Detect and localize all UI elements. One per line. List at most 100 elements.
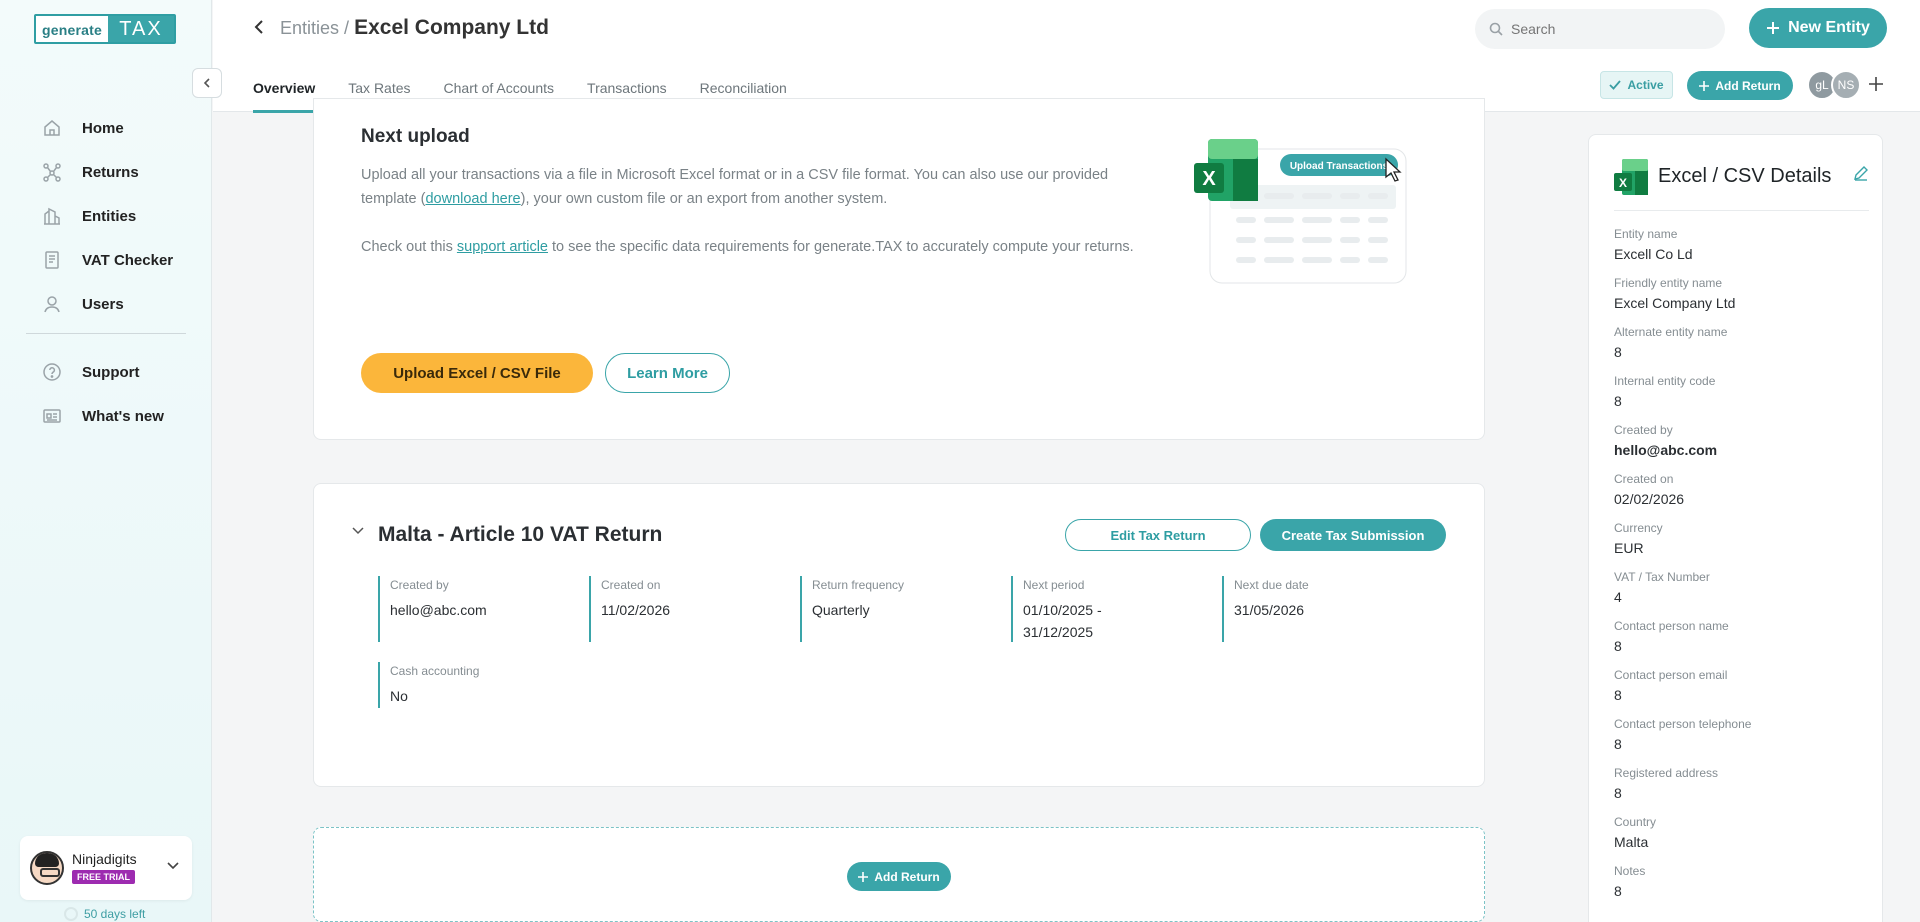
field-return-frequency: Return frequency Quarterly [800, 576, 1011, 642]
logo-text-right: TAX [107, 16, 174, 42]
excel-csv-details-panel: X Excel / CSV Details Entity name Excell … [1588, 134, 1883, 922]
detail-label: Notes [1614, 864, 1646, 878]
download-template-link[interactable]: download here [425, 191, 520, 207]
chevron-down-icon[interactable] [166, 858, 180, 876]
field-value: 01/10/2025 - 31/12/2025 [1023, 602, 1102, 640]
search-icon [1489, 22, 1503, 36]
create-tax-submission-button[interactable]: Create Tax Submission [1260, 519, 1446, 551]
chevron-down-icon[interactable] [352, 524, 364, 538]
sidebar-item-label: Returns [82, 163, 139, 181]
upload-text: Check out this [361, 239, 457, 255]
sidebar-item-label: Users [82, 295, 124, 313]
page-header: Entities / Excel Company Ltd New Entity … [213, 0, 1920, 113]
detail-label: Registered address [1614, 766, 1719, 780]
detail-label: Alternate entity name [1614, 325, 1728, 339]
field-label: Return frequency [812, 578, 905, 592]
details-title: Excel / CSV Details [1658, 165, 1832, 187]
field-label: Cash accounting [390, 664, 480, 678]
sidebar-item-vat-checker[interactable]: VAT Checker [40, 238, 173, 282]
detail-value: 8 [1614, 393, 1622, 409]
sidebar-item-label: Home [82, 119, 124, 137]
chevron-left-icon [254, 20, 263, 34]
sidebar-item-support[interactable]: Support [40, 350, 164, 394]
whats-new-icon [40, 404, 64, 428]
detail-row: Registered address 8 [1614, 766, 1751, 815]
detail-row: Entity name Excell Co Ld [1614, 227, 1751, 276]
detail-row: Internal entity code 8 [1614, 374, 1751, 423]
user-meta: Ninjadigits FREE TRIAL [72, 851, 137, 885]
learn-more-button[interactable]: Learn More [605, 353, 730, 393]
field-value: 11/02/2026 [601, 602, 671, 618]
status-label: Active [1627, 78, 1664, 92]
detail-value: 8 [1614, 344, 1622, 360]
sidebar-item-label: VAT Checker [82, 251, 174, 269]
detail-value: EUR [1614, 540, 1644, 556]
detail-label: Country [1614, 815, 1657, 829]
collaborator-avatars: gL NS [1807, 70, 1883, 100]
breadcrumb-entities-link[interactable]: Entities [280, 18, 339, 38]
field-next-due-date: Next due date 31/05/2026 [1222, 576, 1433, 642]
detail-value: 8 [1614, 883, 1622, 899]
edit-tax-return-button[interactable]: Edit Tax Return [1065, 519, 1251, 551]
field-value: hello@abc.com [390, 602, 487, 618]
search-input[interactable] [1511, 21, 1711, 37]
detail-label: VAT / Tax Number [1614, 570, 1710, 584]
upload-excel-csv-button[interactable]: Upload Excel / CSV File [361, 353, 593, 393]
field-next-period: Next period 01/10/2025 - 31/12/2025 [1011, 576, 1222, 642]
users-icon [40, 292, 64, 316]
sidebar-item-home[interactable]: Home [40, 106, 173, 150]
support-article-link[interactable]: support article [457, 239, 548, 255]
add-return-button[interactable]: Add Return [847, 862, 951, 891]
detail-value: 8 [1614, 736, 1622, 752]
avatar[interactable]: NS [1831, 70, 1861, 100]
field-label: Next period [1023, 578, 1085, 592]
chevron-left-icon [203, 78, 210, 88]
detail-value: 4 [1614, 589, 1622, 605]
sidebar-item-label: Entities [82, 207, 137, 225]
detail-label: Contact person telephone [1614, 717, 1752, 731]
field-created-on: Created on 11/02/2026 [589, 576, 800, 642]
illustration-label: Upload Transactions [1290, 161, 1389, 172]
detail-label: Internal entity code [1614, 374, 1716, 388]
sidebar-item-whats-new[interactable]: What's new [40, 394, 164, 438]
sidebar-item-entities[interactable]: Entities [40, 194, 173, 238]
sidebar-item-returns[interactable]: Returns [40, 150, 173, 194]
detail-row: Created on 02/02/2026 [1614, 472, 1751, 521]
search-bar[interactable] [1475, 9, 1725, 49]
avatar [30, 851, 64, 885]
new-entity-label: New Entity [1788, 19, 1870, 36]
plus-icon [858, 871, 869, 882]
field-label: Created on [601, 578, 661, 592]
collapse-sidebar-button[interactable] [192, 68, 222, 98]
detail-row: Notes 8 [1614, 864, 1751, 913]
trial-badge: FREE TRIAL [72, 870, 135, 884]
status-badge: Active [1600, 71, 1673, 99]
breadcrumb-separator: / [344, 18, 350, 38]
tab-overview[interactable]: Overview [253, 68, 316, 113]
add-return-button[interactable]: Add Return [1687, 71, 1793, 100]
detail-row: Country Malta [1614, 815, 1751, 864]
main-nav: Home Returns Entities VAT Checker Users [40, 106, 173, 326]
edit-pencil-icon[interactable] [1853, 165, 1869, 186]
new-entity-button[interactable]: New Entity [1749, 8, 1887, 48]
field-cash-accounting: Cash accounting No [378, 662, 589, 708]
return-title: Malta - Article 10 VAT Return [378, 523, 663, 546]
field-label: Created by [390, 578, 449, 592]
upload-title: Next upload [361, 126, 470, 147]
user-name: Ninjadigits [72, 851, 137, 867]
sidebar-item-users[interactable]: Users [40, 282, 173, 326]
check-icon [1609, 80, 1622, 90]
back-button[interactable] [253, 18, 265, 41]
svg-text:X: X [1619, 176, 1627, 190]
next-upload-card: Next upload Upload all your transactions… [313, 98, 1485, 440]
plus-icon [1767, 22, 1780, 34]
generate-tax-logo[interactable]: generate TAX [34, 14, 176, 44]
detail-value: 02/02/2026 [1614, 491, 1685, 507]
nav-divider [26, 333, 186, 334]
field-value: No [390, 688, 408, 704]
detail-label: Entity name [1614, 227, 1678, 241]
add-collaborator-button[interactable] [1869, 74, 1883, 97]
detail-row: Created by hello@abc.com [1614, 423, 1751, 472]
user-account-card[interactable]: Ninjadigits FREE TRIAL [20, 836, 192, 900]
detail-row: Friendly entity name Excel Company Ltd [1614, 276, 1751, 325]
